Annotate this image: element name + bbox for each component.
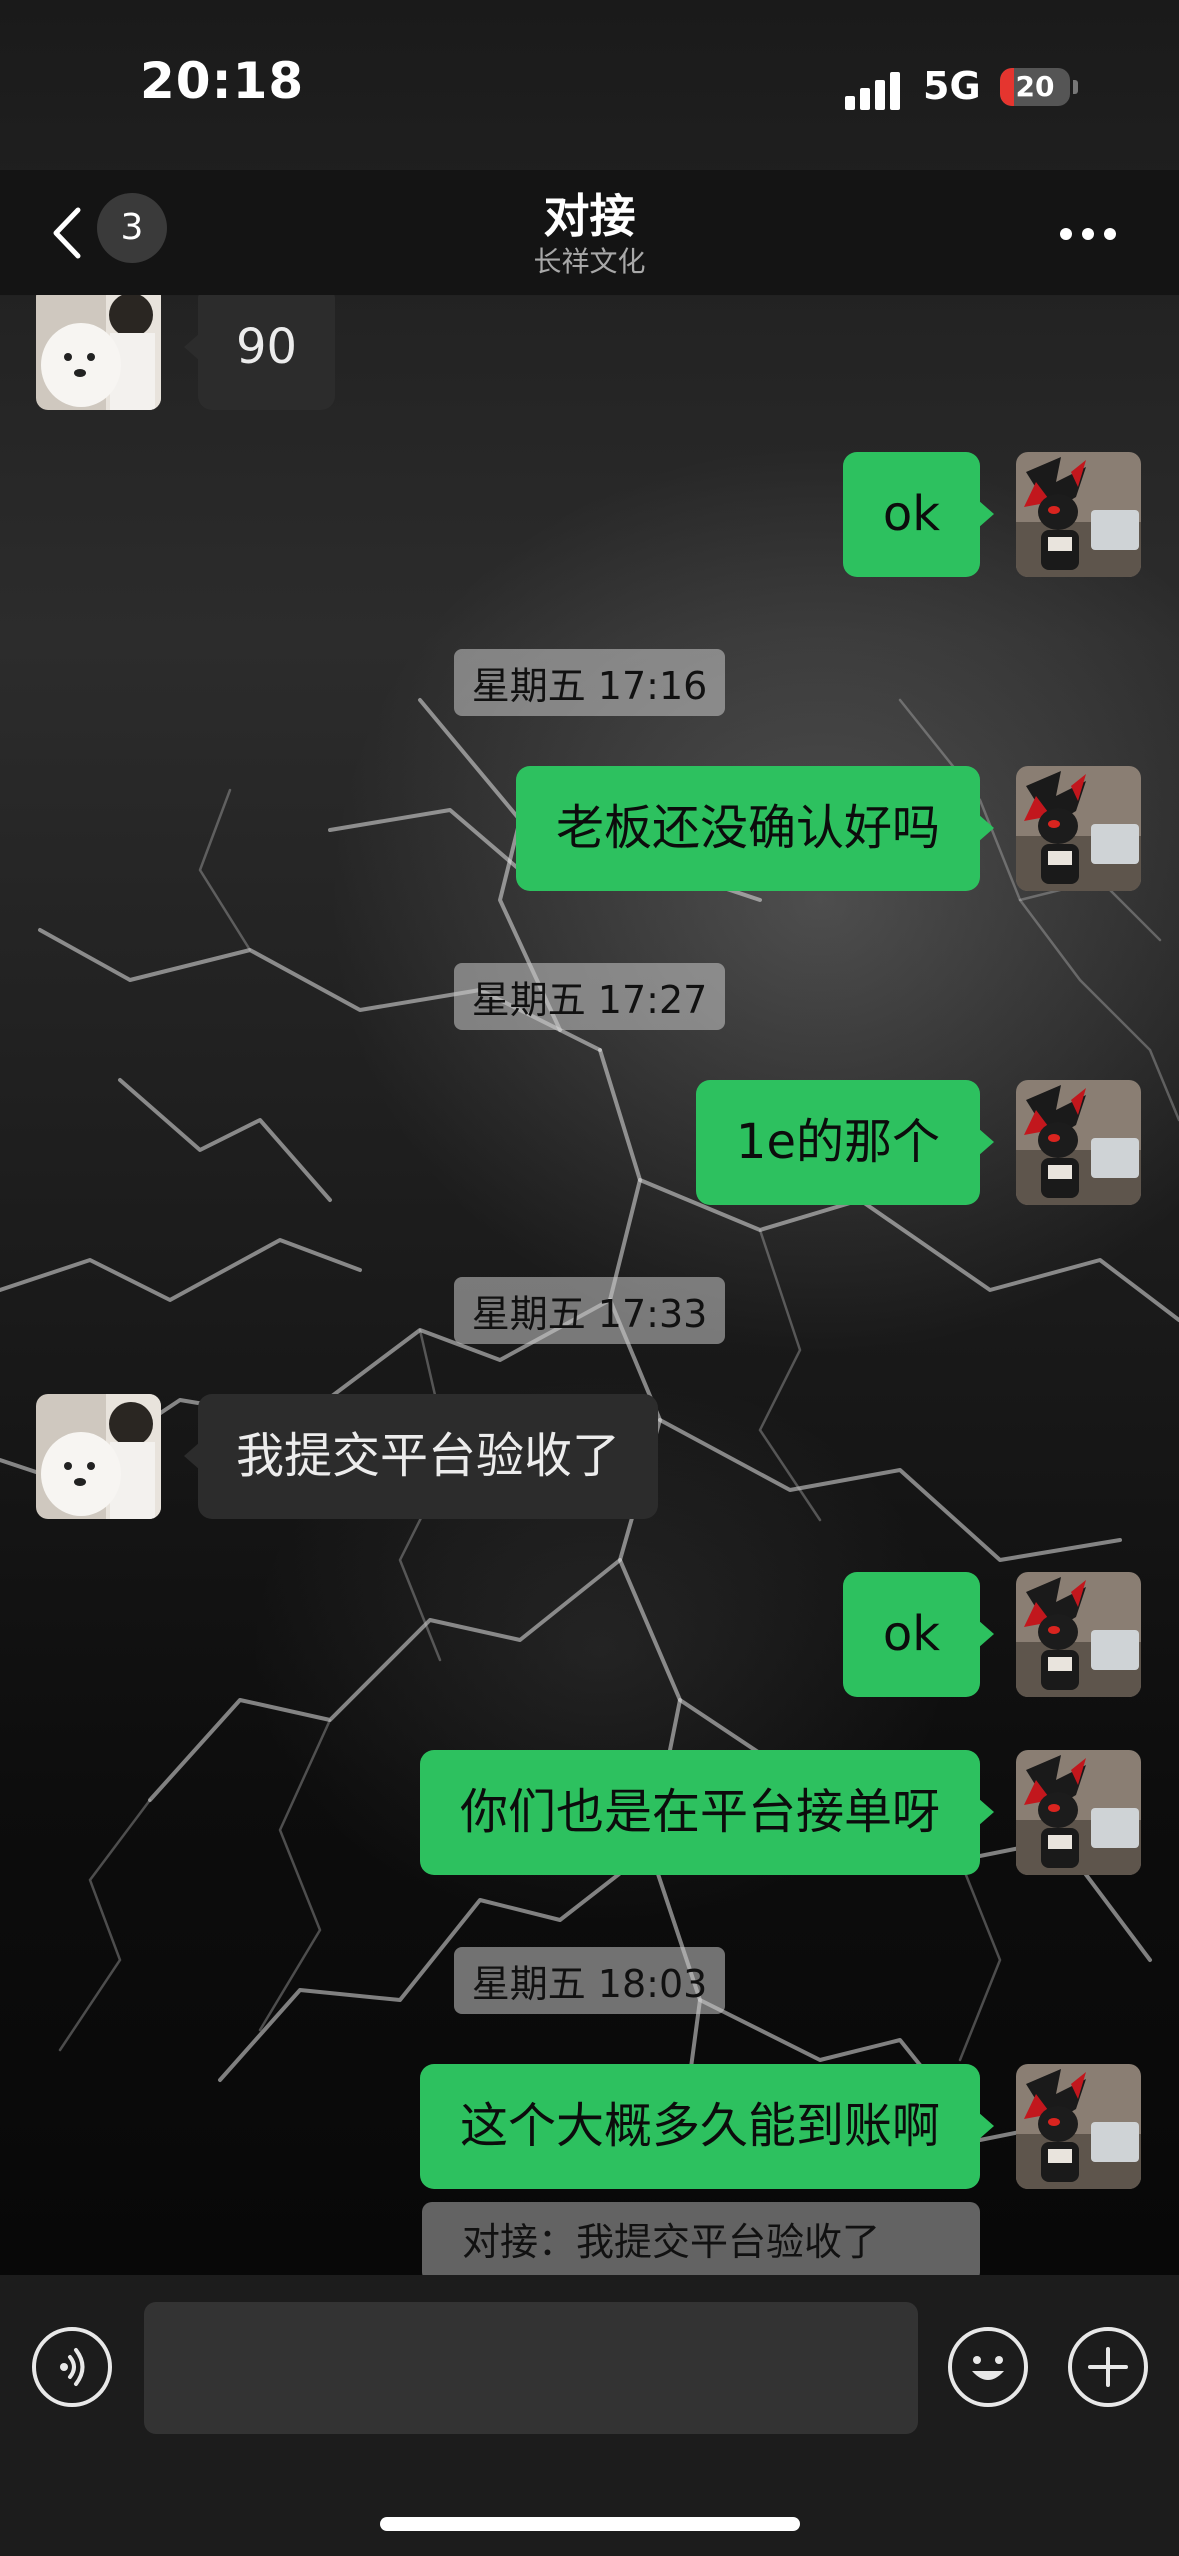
- signal-strength-icon: [845, 70, 905, 110]
- my-avatar[interactable]: [1016, 1572, 1141, 1697]
- quoted-message[interactable]: 对接：我提交平台验收了: [422, 2202, 980, 2275]
- network-type: 5G: [923, 64, 981, 108]
- message-bubble[interactable]: ok: [842, 452, 995, 577]
- message-bubble[interactable]: ok: [842, 1572, 995, 1697]
- timestamp: 星期五 18:03: [0, 1947, 1179, 2014]
- battery-tip: [1073, 80, 1078, 94]
- status-bar: 20:18 5G 20: [0, 0, 1179, 170]
- battery-percent: 20: [1015, 70, 1055, 103]
- voice-icon[interactable]: [32, 2327, 112, 2407]
- my-avatar[interactable]: [1016, 1750, 1141, 1875]
- chat-header: 3 对接 长祥文化: [0, 170, 1179, 296]
- contact-avatar[interactable]: [36, 295, 161, 410]
- my-avatar[interactable]: [1016, 452, 1141, 577]
- my-avatar[interactable]: [1016, 766, 1141, 891]
- message-bubble[interactable]: 老板还没确认好吗: [515, 766, 995, 891]
- message-bubble[interactable]: 你们也是在平台接单呀: [419, 1750, 995, 1875]
- my-avatar[interactable]: [1016, 2064, 1141, 2189]
- message-bubble[interactable]: 我提交平台验收了: [183, 1394, 659, 1519]
- message-bubble[interactable]: 90: [183, 295, 336, 410]
- message-bubble[interactable]: 这个大概多久能到账啊: [419, 2064, 995, 2189]
- input-bar: [0, 2275, 1179, 2556]
- chat-subtitle: 长祥文化: [533, 245, 646, 278]
- contact-avatar[interactable]: [36, 1394, 161, 1519]
- timestamp: 星期五 17:33: [0, 1277, 1179, 1344]
- message-bubble[interactable]: 1e的那个: [695, 1080, 995, 1205]
- home-indicator[interactable]: [380, 2517, 800, 2531]
- message-list: 90 ok 星期五 17:16 老板还没确认好吗 星期五 17:27 1e的那个: [0, 295, 1179, 2275]
- timestamp: 星期五 17:27: [0, 963, 1179, 1030]
- more-dots-icon[interactable]: [1060, 220, 1130, 250]
- plus-icon[interactable]: [1068, 2327, 1148, 2407]
- my-avatar[interactable]: [1016, 1080, 1141, 1205]
- message-input[interactable]: [144, 2302, 918, 2434]
- chat-title: 对接: [543, 189, 636, 243]
- battery-icon: 20: [1000, 68, 1070, 106]
- emoji-icon[interactable]: [948, 2327, 1028, 2407]
- clock: 20:18: [140, 52, 305, 110]
- timestamp: 星期五 17:16: [0, 649, 1179, 716]
